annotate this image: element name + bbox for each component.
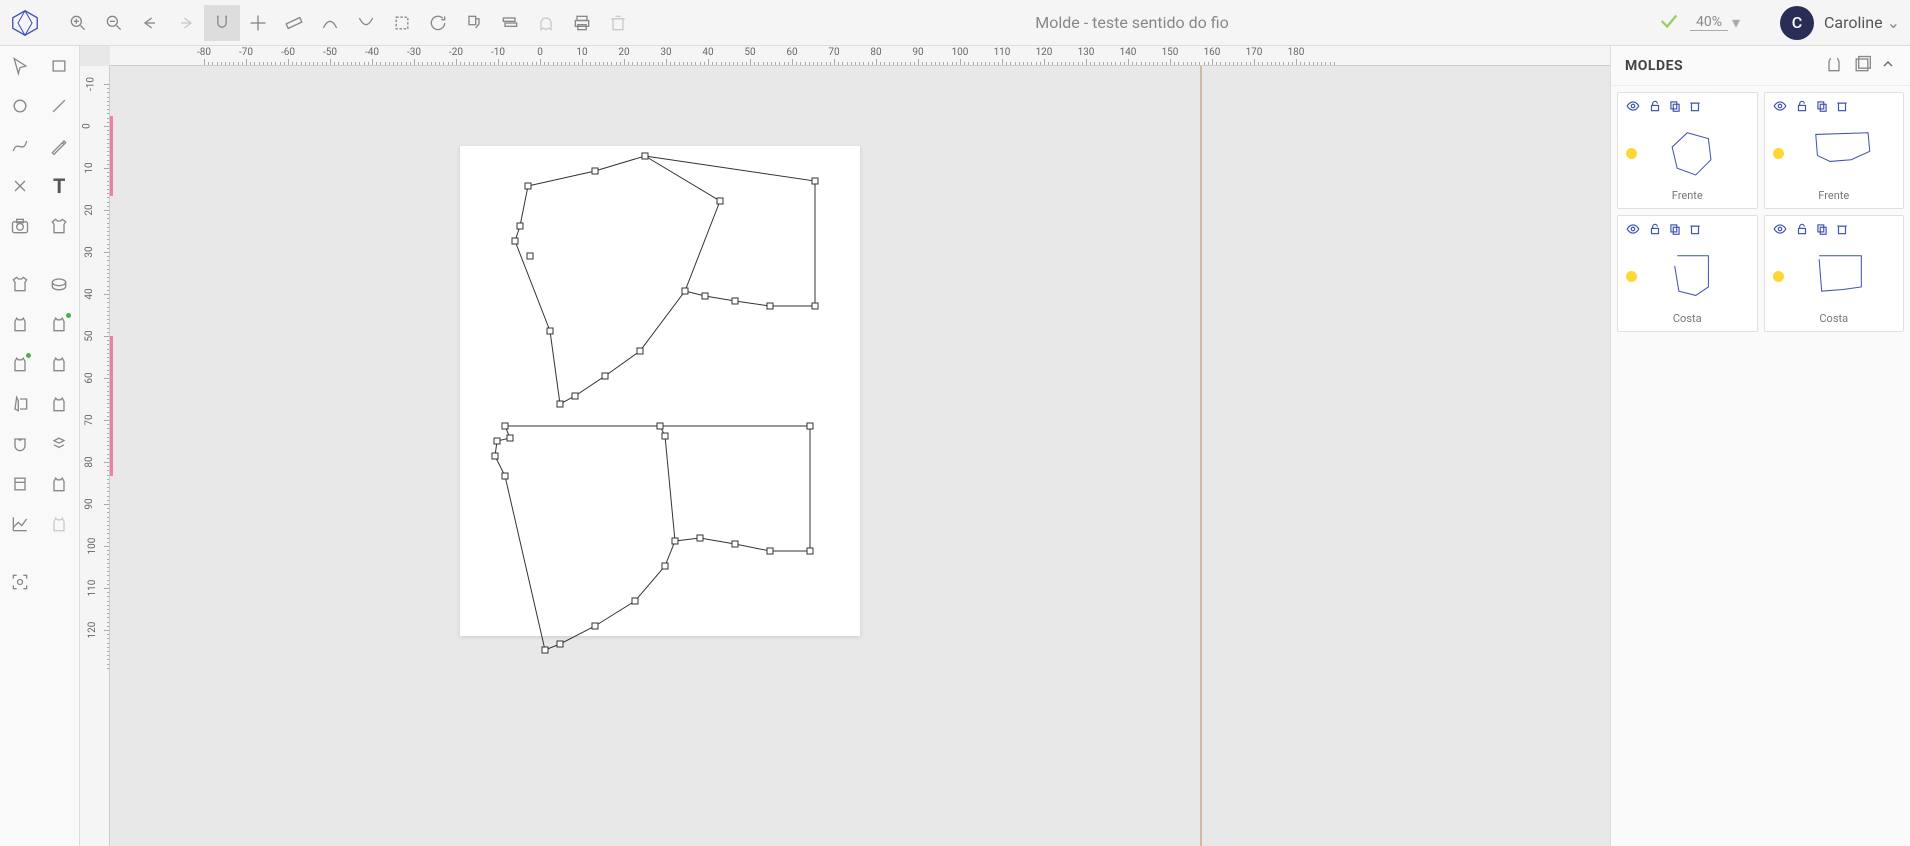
- paper-sheet[interactable]: [460, 146, 860, 636]
- redo-icon[interactable]: [168, 5, 204, 41]
- color-dot: [1773, 148, 1784, 159]
- color-dot: [1626, 271, 1637, 282]
- delete-mold-icon[interactable]: [1688, 99, 1702, 117]
- camera-tool-icon[interactable]: [0, 206, 40, 246]
- document-title: Molde - teste sentido do fio: [1035, 13, 1228, 32]
- left-toolbar: T: [0, 46, 80, 846]
- delete-mold-icon[interactable]: [1835, 99, 1849, 117]
- user-menu-icon[interactable]: ⌄: [1887, 13, 1900, 32]
- copy-icon[interactable]: [1668, 99, 1682, 117]
- select-tool-icon[interactable]: [0, 46, 40, 86]
- paint-icon[interactable]: [456, 5, 492, 41]
- tool-marker-icon[interactable]: [0, 464, 40, 504]
- color-dot: [1626, 148, 1637, 159]
- ruler-icon[interactable]: [276, 5, 312, 41]
- lock-icon[interactable]: [1648, 99, 1662, 117]
- lock-icon[interactable]: [1795, 222, 1809, 240]
- mold-card[interactable]: Frente: [1764, 92, 1905, 209]
- copy-icon[interactable]: [1815, 222, 1829, 240]
- panel-collapse-icon[interactable]: [1880, 56, 1896, 76]
- text-tool-icon[interactable]: T: [40, 166, 80, 206]
- trash-icon[interactable]: [600, 5, 636, 41]
- ruler-marker-1: [110, 116, 113, 196]
- scan-tool-icon[interactable]: [0, 562, 40, 602]
- delete-mold-icon[interactable]: [1835, 222, 1849, 240]
- visibility-icon[interactable]: [1773, 99, 1787, 117]
- check-icon[interactable]: [1658, 10, 1680, 36]
- guide-line: [1200, 66, 1202, 846]
- curve-tool-icon[interactable]: [0, 126, 40, 166]
- lock-icon[interactable]: [1648, 222, 1662, 240]
- mold-label: Frente: [1622, 185, 1753, 202]
- mold-thumbnail: [1643, 246, 1749, 306]
- tool-vest-6-icon[interactable]: [40, 464, 80, 504]
- ruler-vertical: -100102030405060708090100110120: [80, 66, 110, 846]
- curve-tool-1-icon[interactable]: [312, 5, 348, 41]
- canvas[interactable]: -80-70-60-50-40-30-20-100102030405060708…: [80, 46, 1610, 846]
- layers-icon[interactable]: [492, 5, 528, 41]
- tool-vest-3-icon[interactable]: [0, 344, 40, 384]
- tool-pocket-icon[interactable]: [0, 424, 40, 464]
- print-icon[interactable]: [564, 5, 600, 41]
- mold-label: Frente: [1769, 185, 1900, 202]
- curve-tool-2-icon[interactable]: [348, 5, 384, 41]
- tool-vest-7-icon[interactable]: [40, 504, 80, 544]
- mold-thumbnail: [1790, 246, 1896, 306]
- delete-tool-icon[interactable]: [0, 166, 40, 206]
- garment-tool-icon[interactable]: [40, 206, 80, 246]
- panel-title: MOLDES: [1625, 58, 1816, 74]
- ruler-horizontal: -80-70-60-50-40-30-20-100102030405060708…: [110, 46, 1610, 66]
- tool-vest-5-icon[interactable]: [40, 384, 80, 424]
- mold-card[interactable]: Costa: [1617, 215, 1758, 332]
- magnet-snap-icon[interactable]: [204, 5, 240, 41]
- line-tool-icon[interactable]: [40, 86, 80, 126]
- mold-card[interactable]: Costa: [1764, 215, 1905, 332]
- tool-graph-icon[interactable]: [0, 504, 40, 544]
- visibility-icon[interactable]: [1773, 222, 1787, 240]
- color-dot: [1773, 271, 1784, 282]
- user-name[interactable]: Caroline: [1824, 13, 1883, 32]
- panel-mini-1-icon[interactable]: [1824, 54, 1844, 78]
- mold-label: Costa: [1769, 308, 1900, 325]
- user-avatar[interactable]: C: [1780, 6, 1814, 40]
- measure-tape-icon[interactable]: [40, 264, 80, 304]
- dashed-select-icon[interactable]: [384, 5, 420, 41]
- refresh-icon[interactable]: [420, 5, 456, 41]
- molds-panel: MOLDES Frente Frente: [1610, 46, 1910, 846]
- rectangle-tool-icon[interactable]: [40, 46, 80, 86]
- zoom-level[interactable]: 40%: [1690, 14, 1728, 31]
- mold-thumbnail: [1643, 123, 1749, 183]
- mold-label: Costa: [1622, 308, 1753, 325]
- tool-vest-1-icon[interactable]: [0, 304, 40, 344]
- crosshair-icon[interactable]: [240, 5, 276, 41]
- undo-icon[interactable]: [132, 5, 168, 41]
- ghost-icon[interactable]: [528, 5, 564, 41]
- visibility-icon[interactable]: [1626, 222, 1640, 240]
- mold-base-tool-icon[interactable]: [0, 264, 40, 304]
- tool-vest-2-icon[interactable]: [40, 304, 80, 344]
- zoom-in-icon[interactable]: [60, 5, 96, 41]
- delete-mold-icon[interactable]: [1688, 222, 1702, 240]
- panel-mini-2-icon[interactable]: [1852, 54, 1872, 78]
- app-logo[interactable]: [10, 8, 40, 38]
- zoom-out-icon[interactable]: [96, 5, 132, 41]
- copy-icon[interactable]: [1668, 222, 1682, 240]
- tool-vest-4-icon[interactable]: [40, 344, 80, 384]
- visibility-icon[interactable]: [1626, 99, 1640, 117]
- mold-thumbnail: [1790, 123, 1896, 183]
- tool-sleeve-icon[interactable]: [0, 384, 40, 424]
- copy-icon[interactable]: [1815, 99, 1829, 117]
- circle-tool-icon[interactable]: [0, 86, 40, 126]
- pencil-tool-icon[interactable]: [40, 126, 80, 166]
- mold-card[interactable]: Frente: [1617, 92, 1758, 209]
- lock-icon[interactable]: [1795, 99, 1809, 117]
- zoom-dropdown-icon[interactable]: ▾: [1732, 13, 1740, 32]
- ruler-marker-2: [110, 336, 113, 476]
- tool-layers-icon[interactable]: [40, 424, 80, 464]
